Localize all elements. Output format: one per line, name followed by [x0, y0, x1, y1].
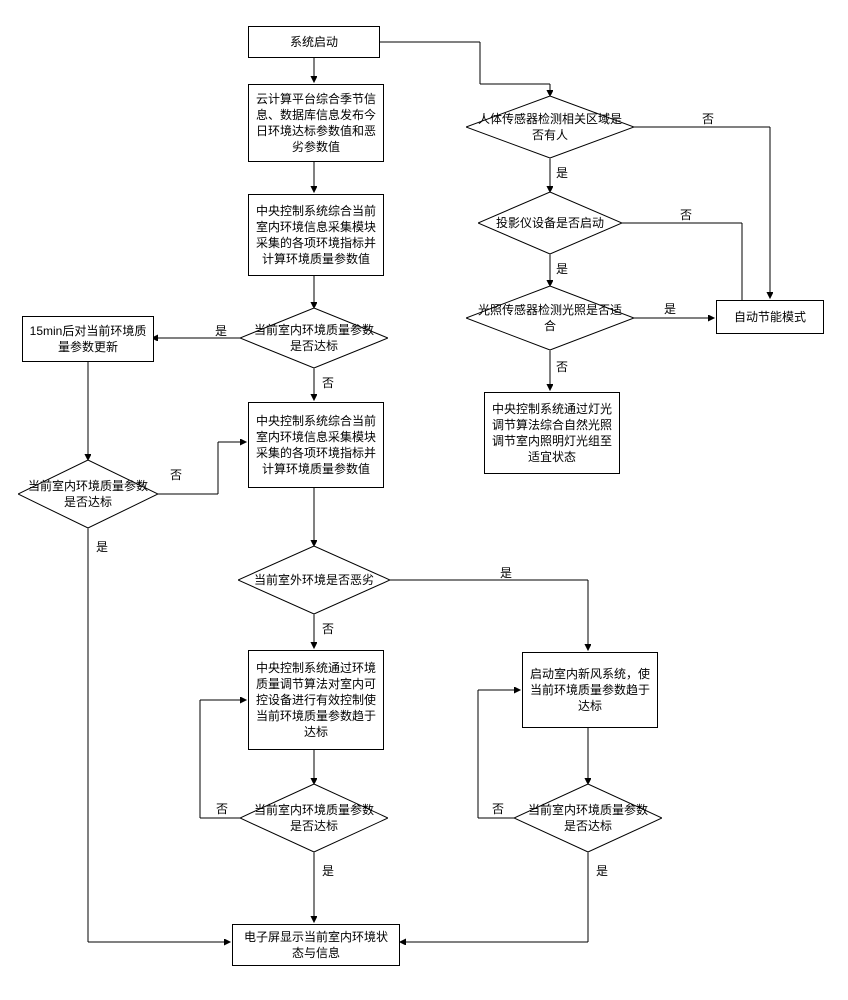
node-central1: 中央控制系统综合当前室内环境信息采集模块采集的各项环境指标并计算环境质量参数值 — [248, 194, 384, 276]
edge-label-no: 否 — [322, 374, 334, 391]
node-fresh-air: 启动室内新风系统，使当前环境质量参数趋于达标 — [522, 652, 658, 728]
node-text: 光照传感器检测光照是否适合 — [466, 302, 634, 334]
edge-label-yes: 是 — [596, 862, 608, 879]
node-text: 投影仪设备是否启动 — [486, 215, 614, 231]
node-indoor-ok-3: 当前室内环境质量参数是否达标 — [240, 784, 388, 852]
node-indoor-ok-4: 当前室内环境质量参数是否达标 — [514, 784, 662, 852]
edge-label-yes: 是 — [96, 538, 108, 555]
node-auto-eco: 自动节能模式 — [716, 300, 824, 334]
node-text: 当前室内环境质量参数是否达标 — [240, 802, 388, 834]
node-projector: 投影仪设备是否启动 — [478, 192, 622, 254]
flowchart-canvas: 系统启动 云计算平台综合季节信息、数据库信息发布今日环境达标参数值和恶劣参数值 … — [0, 0, 848, 1000]
node-indoor-ok-1: 当前室内环境质量参数是否达标 — [240, 308, 388, 368]
edge-label-yes: 是 — [556, 260, 568, 277]
node-indoor-ok-2: 当前室内环境质量参数是否达标 — [18, 460, 158, 528]
edge-label-yes: 是 — [664, 300, 676, 317]
edge-label-no: 否 — [216, 800, 228, 817]
node-text: 云计算平台综合季节信息、数据库信息发布今日环境达标参数值和恶劣参数值 — [255, 91, 377, 156]
edge-label-yes: 是 — [215, 322, 227, 339]
node-text: 自动节能模式 — [734, 309, 806, 325]
node-env-adjust: 中央控制系统通过环境质量调节算法对室内可控设备进行有效控制使当前环境质量参数趋于… — [248, 650, 384, 750]
node-light-ok: 光照传感器检测光照是否适合 — [466, 286, 634, 350]
node-text: 电子屏显示当前室内环境状态与信息 — [239, 929, 393, 961]
node-cloud: 云计算平台综合季节信息、数据库信息发布今日环境达标参数值和恶劣参数值 — [248, 84, 384, 162]
edge-label-no: 否 — [170, 466, 182, 483]
edge-label-no: 否 — [680, 206, 692, 223]
node-text: 当前室外环境是否恶劣 — [244, 572, 384, 588]
node-wait-15: 15min后对当前环境质量参数更新 — [22, 316, 154, 362]
edge-label-yes: 是 — [500, 564, 512, 581]
node-central2: 中央控制系统综合当前室内环境信息采集模块采集的各项环境指标并计算环境质量参数值 — [248, 402, 384, 488]
node-text: 中央控制系统通过环境质量调节算法对室内可控设备进行有效控制使当前环境质量参数趋于… — [255, 660, 377, 741]
node-text: 当前室内环境质量参数是否达标 — [514, 802, 662, 834]
node-text: 系统启动 — [290, 34, 338, 50]
edge-label-no: 否 — [322, 620, 334, 637]
edge-label-no: 否 — [556, 358, 568, 375]
node-outdoor-bad: 当前室外环境是否恶劣 — [238, 546, 390, 614]
node-start: 系统启动 — [248, 26, 380, 58]
edge-label-no: 否 — [492, 800, 504, 817]
node-text: 中央控制系统综合当前室内环境信息采集模块采集的各项环境指标并计算环境质量参数值 — [255, 413, 377, 478]
node-text: 当前室内环境质量参数是否达标 — [240, 322, 388, 354]
node-text: 中央控制系统综合当前室内环境信息采集模块采集的各项环境指标并计算环境质量参数值 — [255, 203, 377, 268]
edge-label-yes: 是 — [556, 164, 568, 181]
node-text: 中央控制系统通过灯光调节算法综合自然光照调节室内照明灯光组至适宜状态 — [491, 401, 613, 466]
node-text: 人体传感器检测相关区域是否有人 — [466, 111, 634, 143]
edge-label-yes: 是 — [322, 862, 334, 879]
node-text: 启动室内新风系统，使当前环境质量参数趋于达标 — [529, 666, 651, 715]
node-text: 当前室内环境质量参数是否达标 — [18, 478, 158, 510]
node-text: 15min后对当前环境质量参数更新 — [29, 323, 147, 355]
node-display: 电子屏显示当前室内环境状态与信息 — [232, 924, 400, 966]
node-human-sensor: 人体传感器检测相关区域是否有人 — [466, 96, 634, 158]
node-light-adjust: 中央控制系统通过灯光调节算法综合自然光照调节室内照明灯光组至适宜状态 — [484, 392, 620, 474]
edge-label-no: 否 — [702, 110, 714, 127]
